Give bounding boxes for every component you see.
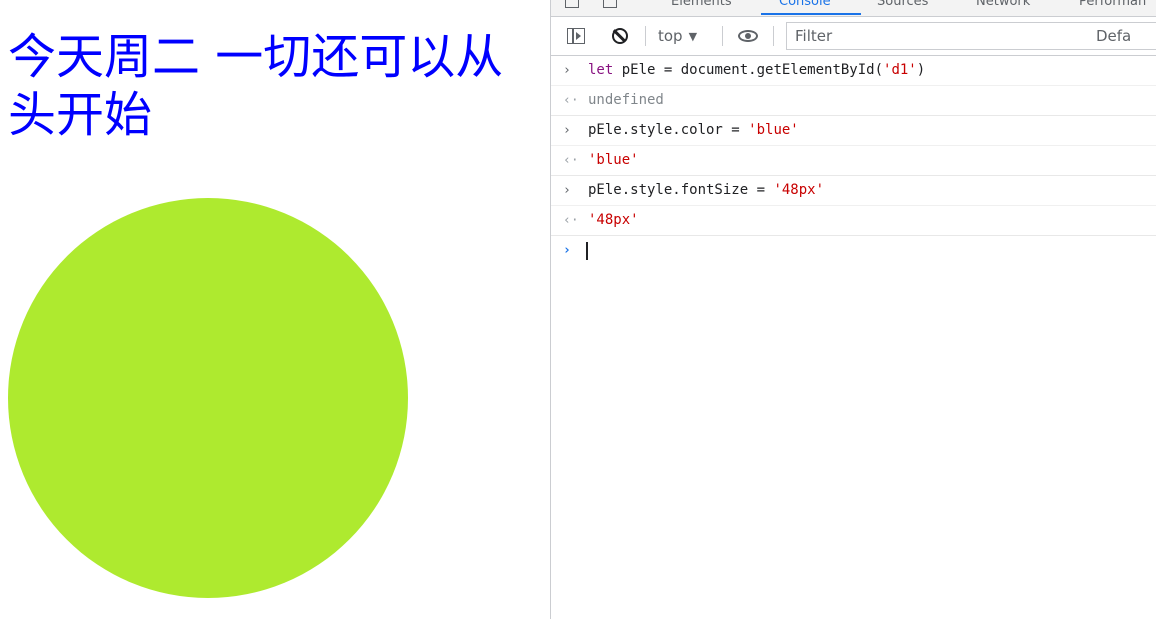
return-arrow-icon: ‹· xyxy=(563,213,579,228)
log-levels-dropdown[interactable]: Defa xyxy=(1096,17,1131,55)
tab-console[interactable]: Console xyxy=(779,0,831,9)
inspect-element-icon[interactable] xyxy=(565,0,579,8)
return-arrow-icon: ‹· xyxy=(563,93,579,108)
toolbar-divider xyxy=(773,26,774,46)
code-token: pEle.style.color = xyxy=(588,122,749,138)
devtools-panel: Elements Console Sources Network Perform… xyxy=(550,0,1156,619)
code-token: '48px' xyxy=(588,212,639,228)
code-token: '48px' xyxy=(773,182,825,198)
code-token: 'blue' xyxy=(748,122,799,138)
clear-console-icon xyxy=(612,28,628,44)
clear-console-button[interactable] xyxy=(609,17,631,55)
console-input-line[interactable]: › pEle.style.fontSize = '48px' xyxy=(551,176,1156,206)
active-prompt-icon: › xyxy=(563,243,571,258)
eye-icon xyxy=(738,30,758,42)
console-result-line[interactable]: ‹· '48px' xyxy=(551,206,1156,236)
show-console-sidebar-button[interactable] xyxy=(565,17,587,55)
toolbar-divider xyxy=(722,26,723,46)
code-token: let xyxy=(588,62,614,78)
code-token: undefined xyxy=(588,92,664,108)
console-input-line[interactable]: › let pEle = document.getElementById('d1'… xyxy=(551,56,1156,86)
console-result-line[interactable]: ‹· undefined xyxy=(551,86,1156,116)
console-command-text: pEle.style.color = 'blue' xyxy=(588,116,799,145)
tab-network[interactable]: Network xyxy=(976,0,1030,9)
code-token: 'd1' xyxy=(883,62,917,78)
device-toolbar-icon[interactable] xyxy=(603,0,617,8)
code-token: 'blue' xyxy=(588,152,639,168)
web-page: 今天周二 一切还可以从头开始 xyxy=(0,0,550,619)
page-heading: 今天周二 一切还可以从头开始 xyxy=(8,29,504,143)
toolbar-divider xyxy=(645,26,646,46)
code-token: pEle.style.fontSize = xyxy=(588,182,774,198)
console-command-text: pEle.style.fontSize = '48px' xyxy=(588,176,824,205)
code-token: pEle = document.getElementById( xyxy=(613,62,884,78)
active-tab-indicator xyxy=(761,13,861,15)
console-result-text: undefined xyxy=(588,86,664,115)
input-prompt-icon: › xyxy=(563,183,571,198)
code-token: ) xyxy=(916,62,926,78)
context-value: top xyxy=(658,27,683,45)
console-input-line[interactable]: › pEle.style.color = 'blue' xyxy=(551,116,1156,146)
input-prompt-icon: › xyxy=(563,63,571,78)
tab-elements[interactable]: Elements xyxy=(671,0,732,9)
dropdown-caret-icon: ▼ xyxy=(688,29,698,43)
console-prompt-input[interactable]: › xyxy=(551,236,1156,265)
console-toolbar: top ▼ Defa xyxy=(551,17,1156,56)
input-prompt-icon: › xyxy=(563,123,571,138)
console-result-line[interactable]: ‹· 'blue' xyxy=(551,146,1156,176)
sidebar-toggle-icon xyxy=(567,28,585,44)
console-result-text: '48px' xyxy=(588,206,639,235)
console-result-text: 'blue' xyxy=(588,146,639,175)
text-cursor xyxy=(586,242,588,260)
tab-sources[interactable]: Sources xyxy=(877,0,928,9)
console-command-text: let pEle = document.getElementById('d1') xyxy=(588,56,925,85)
green-circle xyxy=(8,198,408,598)
tab-performance[interactable]: Performan xyxy=(1079,0,1146,9)
return-arrow-icon: ‹· xyxy=(563,153,579,168)
console-output: › let pEle = document.getElementById('d1'… xyxy=(551,56,1156,265)
live-expression-button[interactable] xyxy=(736,17,760,55)
javascript-context-select[interactable]: top ▼ xyxy=(658,17,697,55)
devtools-tab-bar: Elements Console Sources Network Perform… xyxy=(551,0,1156,17)
